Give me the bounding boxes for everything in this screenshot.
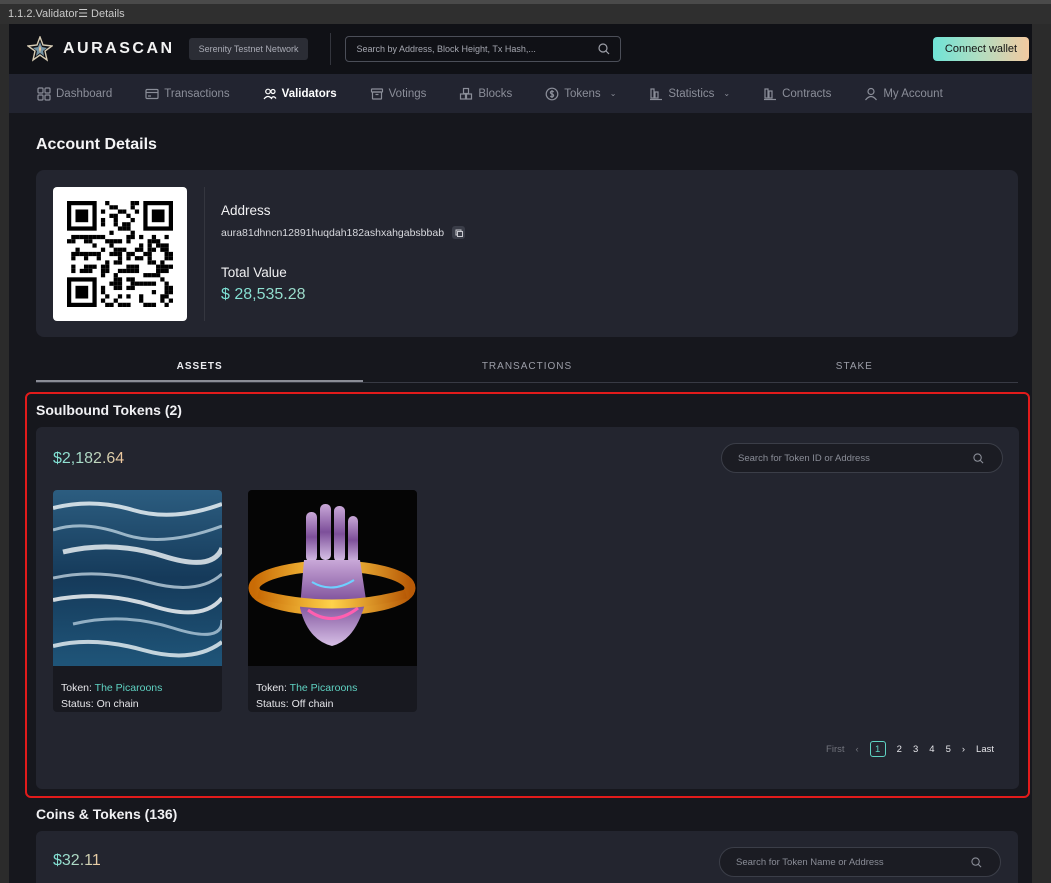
- soulbound-tokens-section: Soulbound Tokens (2) $2,182.64 Search fo…: [25, 392, 1030, 798]
- aurascan-logo-icon: [27, 36, 53, 62]
- token-meta: Token: The Picaroons Status: Off chain: [248, 671, 417, 712]
- status-label: Status:: [256, 698, 289, 710]
- user-icon: [865, 87, 878, 100]
- pagination: First ‹ 1 2 3 4 5 › Last: [815, 741, 994, 757]
- pagination-page-1[interactable]: 1: [869, 741, 886, 757]
- soulbound-card: $2,182.64 Search for Token ID or Address: [36, 427, 1019, 789]
- nav-item-label: Dashboard: [56, 87, 113, 100]
- pagination-page-4[interactable]: 4: [929, 744, 934, 755]
- window-title: 1.1.2.Validator☰ Details: [8, 8, 125, 20]
- address-label: Address: [221, 203, 271, 218]
- nav-item-label: Tokens: [564, 87, 601, 100]
- tab-transactions[interactable]: TRANSACTIONS: [363, 359, 690, 382]
- token-status: Off chain: [291, 698, 334, 710]
- connect-wallet-button[interactable]: Connect wallet: [933, 37, 1029, 61]
- chart-icon: [650, 87, 663, 100]
- pagination-page-2[interactable]: 2: [897, 744, 902, 755]
- copy-icon[interactable]: [452, 226, 466, 239]
- tab-stake[interactable]: STAKE: [691, 359, 1018, 382]
- logo-text: AURASCAN: [63, 40, 175, 57]
- search-icon[interactable]: [971, 856, 982, 868]
- tab-assets[interactable]: ASSETS: [36, 359, 364, 382]
- account-info: Address aura81dhncn12891huqdah182ashxahg…: [221, 203, 466, 304]
- pagination-page-3[interactable]: 3: [913, 744, 918, 755]
- token-meta: Token: The Picaroons Status: On chain: [53, 671, 222, 712]
- token-status: On chain: [96, 698, 139, 710]
- chrome-hand-image: [248, 490, 417, 666]
- nav-item-label: Votings: [388, 87, 427, 100]
- pagination-page-5[interactable]: 5: [946, 744, 951, 755]
- page-title: Account Details: [36, 136, 157, 153]
- card-divider: [204, 186, 205, 321]
- nav-item-label: Contracts: [782, 87, 832, 100]
- nav-item-label: My Account: [883, 87, 943, 100]
- address-row: aura81dhncn12891huqdah182ashxahgabsbbab: [221, 226, 466, 239]
- nav-item-statistics[interactable]: Statistics ⌄: [649, 87, 730, 101]
- nav-item-votings[interactable]: Votings: [370, 87, 427, 101]
- global-search-placeholder: Search by Address, Block Height, Tx Hash…: [356, 44, 536, 54]
- token-id-search-input[interactable]: Search for Token ID or Address: [721, 443, 1003, 473]
- total-value-label: Total Value: [221, 265, 287, 280]
- nav-item-blocks[interactable]: Blocks: [459, 87, 512, 101]
- token-name-search-input[interactable]: Search for Token Name or Address: [719, 847, 1001, 877]
- account-tabs: ASSETS TRANSACTIONS STAKE: [36, 359, 1018, 383]
- account-address: aura81dhncn12891huqdah182ashxahgabsbbab: [221, 226, 445, 239]
- coins-tokens-card: $32.11 Search for Token Name or Address: [36, 831, 1018, 883]
- chevron-right-icon[interactable]: ›: [962, 744, 965, 755]
- coins-tokens-title: Coins & Tokens (136): [36, 806, 178, 822]
- blocks-icon: [460, 87, 473, 100]
- nav-item-validators[interactable]: Validators: [263, 87, 337, 101]
- soulbound-total: $2,182.64: [53, 450, 125, 467]
- nav-item-label: Statistics: [668, 87, 715, 100]
- pagination-last[interactable]: Last: [976, 744, 994, 755]
- users-icon: [263, 88, 277, 99]
- main-nav: Dashboard Transactions Validators Votings Bl…: [9, 74, 1032, 113]
- ocean-painting-image: [53, 490, 222, 666]
- token-label: Token:: [256, 682, 287, 694]
- account-card: Address aura81dhncn12891huqdah182ashxahg…: [36, 170, 1018, 337]
- coins-total: $32.11: [53, 852, 101, 869]
- page: AURASCAN Serenity Testnet Network Search…: [9, 24, 1032, 883]
- total-value: $ 28,535.28: [221, 286, 465, 304]
- card-icon: [145, 88, 159, 99]
- coin-icon: [545, 87, 559, 100]
- status-label: Status:: [61, 698, 94, 710]
- token-name-link[interactable]: The Picaroons: [290, 682, 358, 694]
- grid-icon: [37, 86, 51, 101]
- window-title-bar: 1.1.2.Validator☰ Details: [0, 0, 1051, 24]
- contract-icon: [764, 87, 777, 100]
- soulbound-title: Soulbound Tokens (2): [36, 402, 182, 418]
- nav-item-contracts[interactable]: Contracts: [763, 87, 831, 101]
- address-qr-code: [53, 186, 187, 321]
- pagination-first[interactable]: First: [826, 744, 844, 755]
- nav-item-dashboard[interactable]: Dashboard: [37, 86, 113, 101]
- qr-code-icon: [67, 200, 173, 307]
- token-card[interactable]: Token: The Picaroons Status: On chain: [53, 490, 222, 712]
- token-name-link[interactable]: The Picaroons: [95, 682, 163, 694]
- token-card[interactable]: Token: The Picaroons Status: Off chain: [248, 490, 417, 712]
- nav-item-my-account[interactable]: My Account: [864, 87, 943, 101]
- chevron-down-icon: ⌄: [723, 89, 731, 98]
- header-divider: [330, 33, 332, 65]
- logo[interactable]: AURASCAN: [27, 36, 175, 62]
- search-icon[interactable]: [598, 43, 610, 55]
- token-id-search-placeholder: Search for Token ID or Address: [738, 452, 870, 464]
- top-header: AURASCAN Serenity Testnet Network Search…: [9, 24, 1032, 74]
- nav-item-transactions[interactable]: Transactions: [145, 87, 230, 101]
- main-content: Account Details Address aura81dhncn12891…: [9, 136, 1032, 383]
- chevron-down-icon: ⌄: [609, 89, 617, 98]
- search-icon[interactable]: [973, 452, 984, 464]
- token-label: Token:: [61, 682, 92, 694]
- chevron-left-icon[interactable]: ‹: [856, 744, 859, 755]
- nav-item-label: Transactions: [164, 87, 230, 100]
- network-badge[interactable]: Serenity Testnet Network: [188, 38, 309, 60]
- box-icon: [370, 87, 383, 100]
- global-search-input[interactable]: Search by Address, Block Height, Tx Hash…: [345, 36, 622, 62]
- nav-item-label: Blocks: [478, 87, 513, 100]
- nav-item-tokens[interactable]: Tokens ⌄: [545, 87, 616, 101]
- token-name-search-placeholder: Search for Token Name or Address: [736, 856, 884, 868]
- nav-item-label: Validators: [281, 87, 337, 100]
